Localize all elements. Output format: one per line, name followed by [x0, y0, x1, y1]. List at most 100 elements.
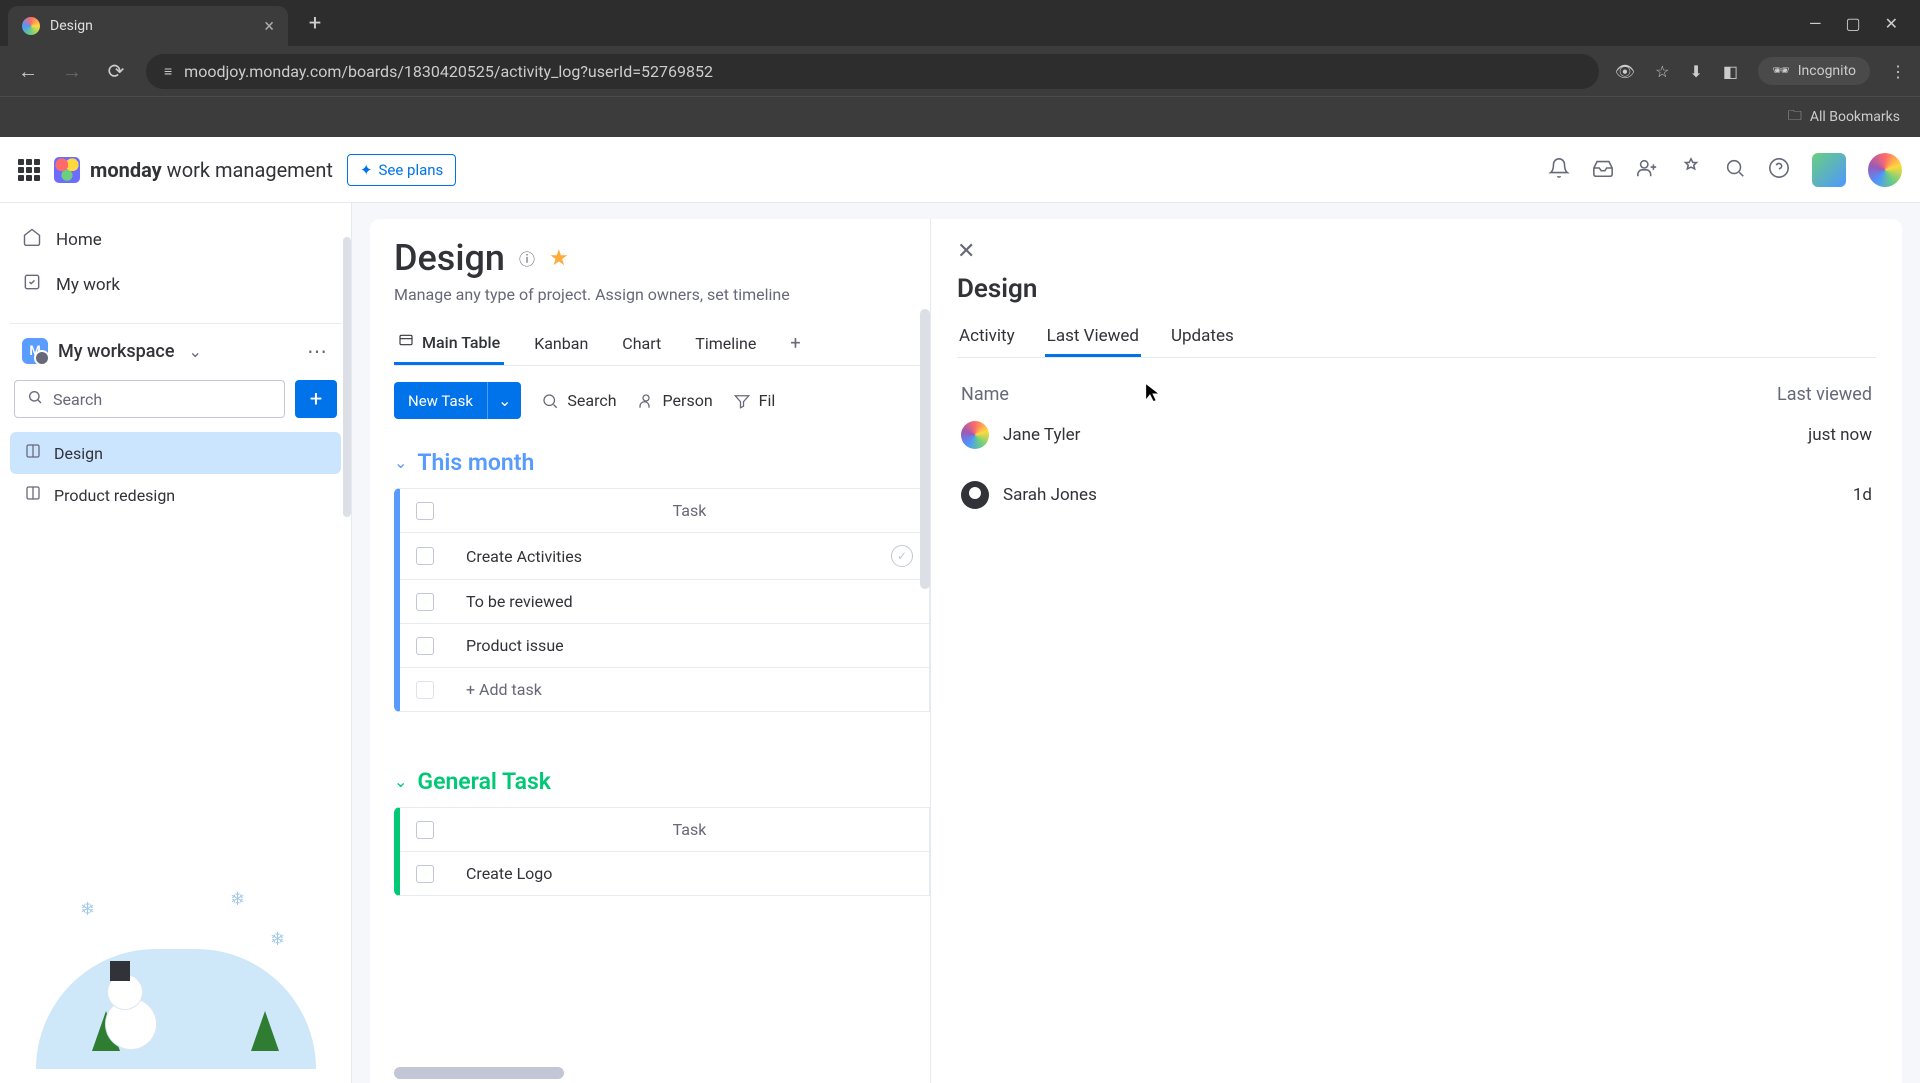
sidebar-board-product-redesign[interactable]: Product redesign	[10, 474, 341, 516]
see-plans-button[interactable]: ✦ See plans	[347, 154, 456, 186]
table-row[interactable]: Product issue	[400, 624, 929, 668]
chevron-down-icon[interactable]: ⌄	[394, 772, 407, 791]
task-name: Product issue	[466, 636, 564, 655]
chevron-down-icon[interactable]: ⌄	[394, 453, 407, 472]
reload-button[interactable]: ⟳	[102, 59, 130, 83]
tab-timeline[interactable]: Timeline	[691, 322, 760, 365]
table-row[interactable]: Create Activities✓	[400, 533, 929, 580]
address-bar[interactable]: ≡ moodjoy.monday.com/boards/1830420525/a…	[146, 54, 1599, 89]
incognito-badge[interactable]: 🕶 Incognito	[1758, 57, 1870, 85]
back-button[interactable]: ←	[14, 59, 42, 84]
add-board-button[interactable]: +	[295, 380, 337, 418]
board-description: Manage any type of project. Assign owner…	[394, 285, 930, 304]
all-bookmarks-label: All Bookmarks	[1810, 109, 1900, 125]
row-checkbox[interactable]	[416, 865, 434, 883]
tab-main-table[interactable]: Main Table	[394, 322, 504, 365]
group-table: Task Create Logo	[394, 807, 930, 896]
minimize-icon[interactable]: —	[1809, 14, 1822, 33]
site-info-icon[interactable]: ≡	[164, 63, 172, 80]
board-scrollbar[interactable]	[920, 309, 930, 589]
tab-close-icon[interactable]: ×	[264, 16, 274, 37]
forward-button[interactable]: →	[58, 59, 86, 84]
browser-tab[interactable]: Design ×	[8, 6, 288, 46]
all-bookmarks-button[interactable]: 🗀 All Bookmarks	[1788, 105, 1900, 129]
sidebar-illustration: ❄ ❄ ❄	[10, 889, 341, 1069]
sidebar-item-home[interactable]: Home	[10, 217, 341, 262]
sidebar-scrollbar[interactable]	[343, 237, 351, 517]
tracking-icon[interactable]: 👁	[1615, 62, 1635, 81]
mywork-icon	[22, 272, 42, 297]
info-icon[interactable]: ⓘ	[519, 246, 535, 270]
tab-bar: Design × + — ▢ ✕	[0, 0, 1920, 46]
horizontal-scrollbar[interactable]	[394, 1067, 564, 1079]
tab-last-viewed[interactable]: Last Viewed	[1045, 318, 1141, 357]
add-view-button[interactable]: +	[786, 322, 804, 365]
sidebar-item-mywork[interactable]: My work	[10, 262, 341, 307]
brand[interactable]: monday work management	[54, 157, 333, 183]
task-expand-icon[interactable]: ✓	[891, 545, 913, 567]
invite-icon[interactable]	[1636, 157, 1658, 183]
tab-activity[interactable]: Activity	[957, 318, 1017, 357]
search-icon[interactable]	[1724, 157, 1746, 183]
viewer-avatar-icon	[961, 481, 989, 509]
add-task-label: + Add task	[466, 680, 542, 699]
viewer-name: Jane Tyler	[1003, 425, 1080, 445]
help-icon[interactable]	[1768, 157, 1790, 183]
chevron-down-icon[interactable]: ⌄	[487, 382, 521, 419]
search-placeholder: Search	[53, 390, 102, 409]
close-window-icon[interactable]: ✕	[1885, 14, 1898, 33]
workspace-header[interactable]: M My workspace ⌄ ⋯	[10, 323, 341, 374]
apps-icon[interactable]	[1680, 157, 1702, 183]
column-header-task: Task	[450, 808, 929, 851]
table-row[interactable]: Create Logo	[400, 852, 929, 895]
group-general-task: ⌄ General Task Task Create Logo	[394, 762, 930, 896]
sidebar-search-input[interactable]: Search	[14, 380, 285, 418]
maximize-icon[interactable]: ▢	[1845, 14, 1860, 33]
row-checkbox[interactable]	[416, 681, 434, 699]
new-task-button[interactable]: New Task ⌄	[394, 382, 521, 419]
row-checkbox[interactable]	[416, 593, 434, 611]
toolbar-person[interactable]: Person	[637, 391, 713, 410]
panel-tabs: Activity Last Viewed Updates	[957, 318, 1876, 358]
new-tab-button[interactable]: +	[300, 8, 330, 38]
select-all-checkbox[interactable]	[416, 821, 434, 839]
row-checkbox[interactable]	[416, 637, 434, 655]
board-icon	[24, 484, 42, 506]
apps-menu-icon[interactable]	[18, 159, 40, 181]
settings-gear-icon[interactable]	[1868, 153, 1902, 187]
row-checkbox[interactable]	[416, 547, 434, 565]
notifications-icon[interactable]	[1548, 157, 1570, 183]
tab-kanban[interactable]: Kanban	[530, 322, 592, 365]
group-header[interactable]: ⌄ General Task	[394, 762, 930, 801]
table-row[interactable]: To be reviewed	[400, 580, 929, 624]
app-viewport: monday work management ✦ See plans Home	[0, 137, 1920, 1083]
download-icon[interactable]: ⬇	[1689, 62, 1702, 81]
chevron-down-icon[interactable]: ⌄	[188, 342, 201, 361]
sidebar-item-label: Home	[56, 230, 102, 250]
close-panel-button[interactable]: ✕	[957, 239, 975, 264]
tab-chart[interactable]: Chart	[618, 322, 665, 365]
toolbar-search[interactable]: Search	[541, 391, 616, 410]
workspace-more-icon[interactable]: ⋯	[307, 339, 329, 363]
bookmarks-bar: 🗀 All Bookmarks	[0, 96, 1920, 137]
viewer-row[interactable]: Sarah Jones 1d	[957, 465, 1876, 525]
browser-menu-icon[interactable]: ⋮	[1890, 62, 1906, 81]
bookmark-star-icon[interactable]: ☆	[1655, 62, 1669, 81]
group-name: General Task	[417, 768, 551, 795]
tab-updates[interactable]: Updates	[1169, 318, 1236, 357]
star-icon[interactable]: ★	[549, 246, 569, 271]
group-header[interactable]: ⌄ This month	[394, 443, 930, 482]
workspace-name: My workspace	[58, 341, 174, 362]
sidepanel-icon[interactable]: ◧	[1723, 62, 1738, 81]
task-name: Create Logo	[466, 864, 552, 883]
toolbar-filter[interactable]: Fil	[733, 391, 776, 410]
inbox-icon[interactable]	[1592, 157, 1614, 183]
select-all-checkbox[interactable]	[416, 502, 434, 520]
browser-chrome: Design × + — ▢ ✕ ← → ⟳ ≡ moodjoy.monday.…	[0, 0, 1920, 137]
add-task-row[interactable]: + Add task	[400, 668, 929, 711]
viewer-row[interactable]: Jane Tyler just now	[957, 405, 1876, 465]
sidebar-board-design[interactable]: Design	[10, 432, 341, 474]
table-header: Task	[400, 489, 929, 533]
user-avatar[interactable]	[1812, 153, 1846, 187]
app-body: Home My work M My workspace ⌄ ⋯ Search +	[0, 203, 1920, 1083]
